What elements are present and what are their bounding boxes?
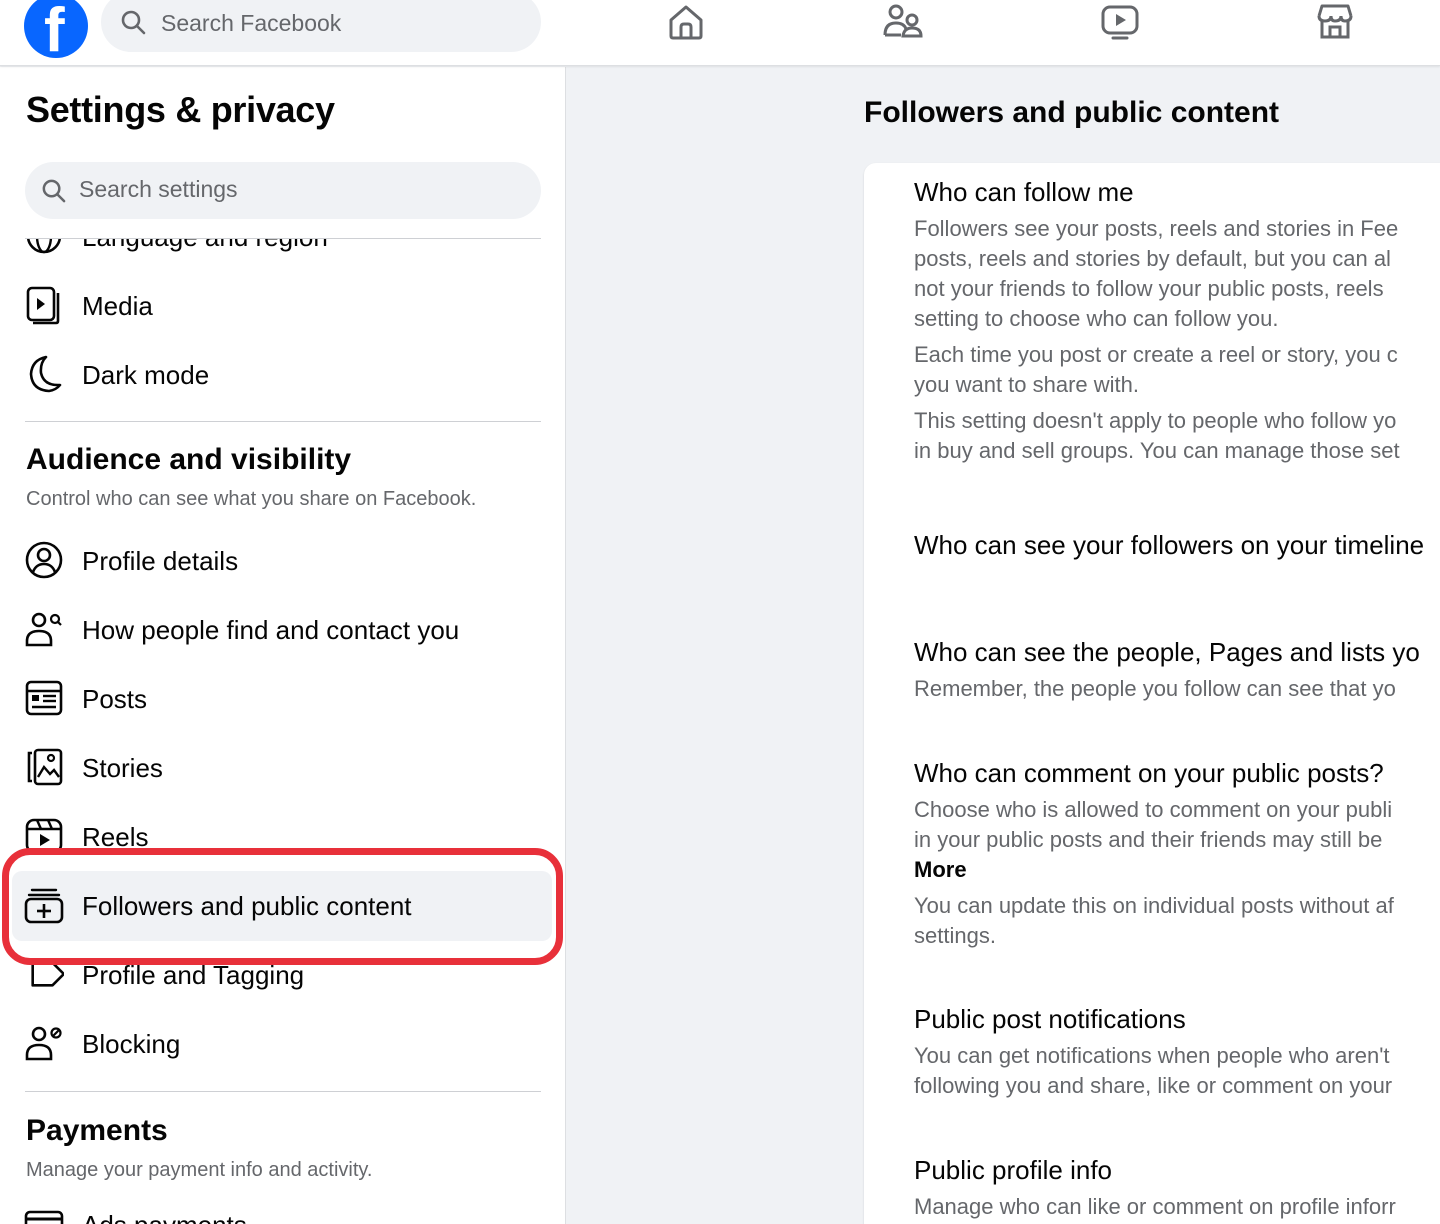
setting-description-line: Remember, the people you follow can see … bbox=[914, 676, 1396, 701]
section-subtitle-audience: Control who can see what you share on Fa… bbox=[26, 488, 477, 510]
marketplace-icon[interactable] bbox=[1315, 2, 1355, 42]
media-icon bbox=[26, 286, 60, 325]
search-icon bbox=[42, 179, 66, 203]
setting-description-line: following you and share, like or comment… bbox=[914, 1073, 1393, 1098]
setting-description-line: setting to choose who can follow you. bbox=[914, 306, 1279, 331]
blocking-icon bbox=[25, 1026, 62, 1061]
setting-description-line: in buy and sell groups. You can manage t… bbox=[914, 438, 1400, 463]
setting-description-line: Each time you post or create a reel or s… bbox=[914, 342, 1398, 367]
sidebar-item-label: Blocking bbox=[82, 1029, 181, 1059]
settings-sidebar: Settings & privacy Search settings Langu… bbox=[0, 67, 566, 1224]
more-link[interactable]: More bbox=[914, 857, 967, 883]
setting-public-post-notifications[interactable]: Public post notifications bbox=[914, 1004, 1186, 1035]
find-people-icon bbox=[25, 612, 62, 647]
facebook-search-input[interactable]: Search Facebook bbox=[101, 0, 541, 52]
setting-followers-on-timeline[interactable]: Who can see your followers on your timel… bbox=[914, 530, 1424, 561]
sidebar-item-media[interactable]: Media bbox=[24, 277, 544, 337]
globe-icon bbox=[26, 238, 62, 254]
video-icon[interactable] bbox=[1100, 2, 1140, 42]
search-placeholder: Search Facebook bbox=[161, 10, 342, 36]
sidebar-item-label: Stories bbox=[82, 753, 163, 783]
sidebar-item-language-and-region[interactable]: Language and region bbox=[24, 238, 544, 268]
home-icon[interactable] bbox=[666, 2, 706, 42]
sidebar-item-label: Dark mode bbox=[82, 360, 210, 390]
page-title: Followers and public content bbox=[864, 96, 1280, 129]
profile-icon bbox=[25, 541, 63, 579]
settings-search-placeholder: Search settings bbox=[79, 176, 238, 202]
section-subtitle-payments: Manage your payment info and activity. bbox=[26, 1159, 373, 1181]
sidebar-item-label: How people find and contact you bbox=[82, 615, 460, 645]
section-divider bbox=[25, 1091, 541, 1092]
setting-description-line: not your friends to follow your public p… bbox=[914, 276, 1384, 301]
sidebar-item-label: Language and region bbox=[82, 238, 328, 253]
sidebar-title: Settings & privacy bbox=[26, 89, 335, 130]
settings-search-input[interactable]: Search settings bbox=[25, 162, 541, 219]
facebook-logo[interactable]: f bbox=[24, 0, 88, 58]
stories-icon bbox=[27, 748, 63, 786]
scroll-clip-divider bbox=[25, 238, 541, 239]
sidebar-item-stories[interactable]: Stories bbox=[24, 739, 544, 799]
setting-description-line: You can get notifications when people wh… bbox=[914, 1043, 1390, 1068]
search-icon bbox=[121, 10, 146, 35]
section-divider bbox=[25, 421, 541, 422]
sidebar-item-label: Profile details bbox=[82, 546, 239, 576]
setting-who-can-follow-me[interactable]: Who can follow me bbox=[914, 177, 1134, 208]
moon-icon bbox=[29, 355, 62, 393]
sidebar-item-how-people-find-you[interactable]: How people find and contact you bbox=[24, 601, 544, 661]
setting-description-line: You can update this on individual posts … bbox=[914, 893, 1394, 918]
sidebar-item-ads-payments[interactable]: Ads payments bbox=[24, 1196, 544, 1224]
setting-description-line: Manage who can like or comment on profil… bbox=[914, 1194, 1396, 1219]
settings-list: Language and region Media Dark mode Audi… bbox=[0, 238, 565, 1224]
setting-who-can-comment[interactable]: Who can comment on your public posts? bbox=[914, 758, 1384, 789]
section-title-payments: Payments bbox=[26, 1114, 168, 1147]
sidebar-item-profile-details[interactable]: Profile details bbox=[24, 532, 544, 592]
card-icon bbox=[24, 1210, 64, 1224]
settings-card: Who can follow me Followers see your pos… bbox=[864, 163, 1440, 1224]
sidebar-item-dark-mode[interactable]: Dark mode bbox=[24, 346, 544, 406]
setting-description-line: Choose who is allowed to comment on your… bbox=[914, 797, 1393, 822]
setting-description-line: you want to share with. bbox=[914, 372, 1140, 397]
setting-description-line: This setting doesn't apply to people who… bbox=[914, 408, 1397, 433]
sidebar-item-label: Posts bbox=[82, 684, 148, 714]
sidebar-item-posts[interactable]: Posts bbox=[24, 670, 544, 730]
friends-icon[interactable] bbox=[883, 2, 923, 42]
sidebar-item-label: Ads payments bbox=[82, 1210, 247, 1224]
setting-description-line: Followers see your posts, reels and stor… bbox=[914, 216, 1399, 241]
sidebar-item-blocking[interactable]: Blocking bbox=[24, 1015, 544, 1075]
sidebar-item-label: Media bbox=[82, 291, 153, 321]
section-title-audience: Audience and visibility bbox=[26, 443, 352, 476]
setting-description-line: in your public posts and their friends m… bbox=[914, 827, 1383, 852]
annotation-highlight-box bbox=[2, 848, 563, 965]
setting-public-profile-info[interactable]: Public profile info bbox=[914, 1155, 1112, 1186]
setting-description-line: settings. bbox=[914, 923, 996, 948]
setting-description-line: posts, reels and stories by default, but… bbox=[914, 246, 1391, 271]
logo-letter: f bbox=[44, 0, 65, 58]
top-navigation-bar: f Search Facebook bbox=[0, 0, 1440, 66]
setting-who-can-see-following[interactable]: Who can see the people, Pages and lists … bbox=[914, 637, 1420, 668]
posts-icon bbox=[25, 680, 63, 716]
